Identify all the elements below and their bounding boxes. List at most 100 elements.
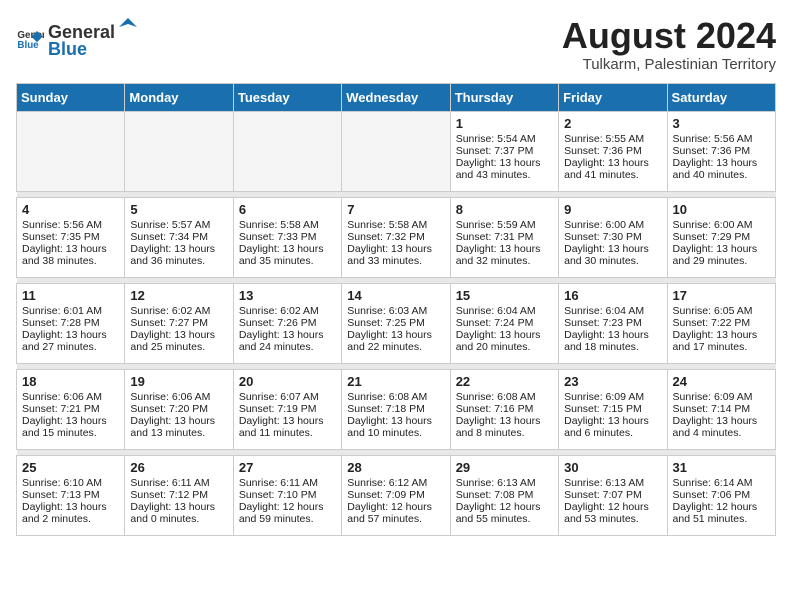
- calendar-day-cell: 20Sunrise: 6:07 AMSunset: 7:19 PMDayligh…: [233, 369, 341, 449]
- location-subtitle: Tulkarm, Palestinian Territory: [562, 56, 776, 73]
- sunrise-text: Sunrise: 6:00 AM: [564, 219, 661, 231]
- sunset-text: Sunset: 7:07 PM: [564, 489, 661, 501]
- sunset-text: Sunset: 7:16 PM: [456, 403, 553, 415]
- calendar-day-cell: 16Sunrise: 6:04 AMSunset: 7:23 PMDayligh…: [559, 283, 667, 363]
- sunset-text: Sunset: 7:14 PM: [673, 403, 770, 415]
- page-header: General Blue General Blue August 2024 Tu…: [16, 16, 776, 73]
- sunrise-text: Sunrise: 6:06 AM: [22, 391, 119, 403]
- calendar-day-cell: 29Sunrise: 6:13 AMSunset: 7:08 PMDayligh…: [450, 455, 558, 535]
- daylight-text: Daylight: 13 hours and 15 minutes.: [22, 415, 119, 439]
- sunrise-text: Sunrise: 5:56 AM: [673, 133, 770, 145]
- day-number: 31: [673, 460, 770, 475]
- daylight-text: Daylight: 13 hours and 27 minutes.: [22, 329, 119, 353]
- sunrise-text: Sunrise: 5:54 AM: [456, 133, 553, 145]
- sunset-text: Sunset: 7:15 PM: [564, 403, 661, 415]
- sunrise-text: Sunrise: 6:02 AM: [239, 305, 336, 317]
- daylight-text: Daylight: 13 hours and 18 minutes.: [564, 329, 661, 353]
- calendar-header-row: Sunday Monday Tuesday Wednesday Thursday…: [17, 83, 776, 111]
- daylight-text: Daylight: 12 hours and 57 minutes.: [347, 501, 444, 525]
- sunset-text: Sunset: 7:18 PM: [347, 403, 444, 415]
- day-number: 15: [456, 288, 553, 303]
- day-number: 2: [564, 116, 661, 131]
- calendar-day-cell: 12Sunrise: 6:02 AMSunset: 7:27 PMDayligh…: [125, 283, 233, 363]
- calendar-day-cell: 28 Sunrise: 6:12 AMSunset: 7:09 PMDayligh…: [342, 455, 450, 535]
- sunset-text: Sunset: 7:26 PM: [239, 317, 336, 329]
- sunrise-text: Sunrise: 6:01 AM: [22, 305, 119, 317]
- calendar-day-cell: 22Sunrise: 6:08 AMSunset: 7:16 PMDayligh…: [450, 369, 558, 449]
- sunrise-text: Sunrise: 6:09 AM: [564, 391, 661, 403]
- day-number: 1: [456, 116, 553, 131]
- day-number: 5: [130, 202, 227, 217]
- daylight-text: Daylight: 12 hours and 53 minutes.: [564, 501, 661, 525]
- day-number: 13: [239, 288, 336, 303]
- day-number: 26: [130, 460, 227, 475]
- calendar-day-cell: [125, 111, 233, 191]
- daylight-text: Daylight: 13 hours and 24 minutes.: [239, 329, 336, 353]
- daylight-text: Daylight: 13 hours and 40 minutes.: [673, 157, 770, 181]
- daylight-text: Daylight: 13 hours and 20 minutes.: [456, 329, 553, 353]
- calendar-day-cell: 18 Sunrise: 6:06 AMSunset: 7:21 PMDayligh…: [17, 369, 125, 449]
- day-number: 10: [673, 202, 770, 217]
- logo: General Blue General Blue: [16, 16, 139, 60]
- calendar-day-cell: 25Sunrise: 6:10 AMSunset: 7:13 PMDayligh…: [17, 455, 125, 535]
- calendar-day-cell: 30Sunrise: 6:13 AMSunset: 7:07 PMDayligh…: [559, 455, 667, 535]
- sunrise-text: Sunrise: 5:57 AM: [130, 219, 227, 231]
- calendar-week-row: 25Sunrise: 6:10 AMSunset: 7:13 PMDayligh…: [17, 455, 776, 535]
- calendar-day-cell: 17Sunrise: 6:05 AMSunset: 7:22 PMDayligh…: [667, 283, 775, 363]
- sunset-text: Sunset: 7:20 PM: [130, 403, 227, 415]
- daylight-text: Daylight: 13 hours and 8 minutes.: [456, 415, 553, 439]
- sunrise-text: Sunrise: 6:02 AM: [130, 305, 227, 317]
- sunset-text: Sunset: 7:19 PM: [239, 403, 336, 415]
- col-friday: Friday: [559, 83, 667, 111]
- sunrise-text: Sunrise: 6:04 AM: [564, 305, 661, 317]
- sunset-text: Sunset: 7:09 PM: [347, 489, 444, 501]
- day-number: 6: [239, 202, 336, 217]
- day-number: 8: [456, 202, 553, 217]
- daylight-text: Daylight: 13 hours and 2 minutes.: [22, 501, 119, 525]
- sunrise-text: Sunrise: 6:07 AM: [239, 391, 336, 403]
- calendar-day-cell: 31Sunrise: 6:14 AMSunset: 7:06 PMDayligh…: [667, 455, 775, 535]
- daylight-text: Daylight: 12 hours and 55 minutes.: [456, 501, 553, 525]
- sunset-text: Sunset: 7:31 PM: [456, 231, 553, 243]
- sunrise-text: Sunrise: 5:59 AM: [456, 219, 553, 231]
- calendar-day-cell: 8Sunrise: 5:59 AMSunset: 7:31 PMDaylight…: [450, 197, 558, 277]
- col-thursday: Thursday: [450, 83, 558, 111]
- sunset-text: Sunset: 7:12 PM: [130, 489, 227, 501]
- daylight-text: Daylight: 13 hours and 0 minutes.: [130, 501, 227, 525]
- col-tuesday: Tuesday: [233, 83, 341, 111]
- sunrise-text: Sunrise: 5:58 AM: [239, 219, 336, 231]
- sunrise-text: Sunrise: 6:04 AM: [456, 305, 553, 317]
- month-year-title: August 2024: [562, 16, 776, 56]
- sunrise-text: Sunrise: 6:12 AM: [347, 477, 444, 489]
- sunrise-text: Sunrise: 6:10 AM: [22, 477, 119, 489]
- sunrise-text: Sunrise: 6:11 AM: [130, 477, 227, 489]
- calendar-day-cell: 10Sunrise: 6:00 AMSunset: 7:29 PMDayligh…: [667, 197, 775, 277]
- sunset-text: Sunset: 7:33 PM: [239, 231, 336, 243]
- title-block: August 2024 Tulkarm, Palestinian Territo…: [562, 16, 776, 73]
- daylight-text: Daylight: 13 hours and 25 minutes.: [130, 329, 227, 353]
- day-number: 27: [239, 460, 336, 475]
- logo-icon: General Blue: [16, 24, 44, 52]
- day-number: 28: [347, 460, 444, 475]
- sunrise-text: Sunrise: 6:11 AM: [239, 477, 336, 489]
- calendar-day-cell: 24Sunrise: 6:09 AMSunset: 7:14 PMDayligh…: [667, 369, 775, 449]
- sunset-text: Sunset: 7:21 PM: [22, 403, 119, 415]
- day-number: 21: [347, 374, 444, 389]
- day-number: 4: [22, 202, 119, 217]
- day-number: 16: [564, 288, 661, 303]
- calendar-day-cell: 4Sunrise: 5:56 AMSunset: 7:35 PMDaylight…: [17, 197, 125, 277]
- sunset-text: Sunset: 7:34 PM: [130, 231, 227, 243]
- sunset-text: Sunset: 7:27 PM: [130, 317, 227, 329]
- sunset-text: Sunset: 7:08 PM: [456, 489, 553, 501]
- day-number: 18: [22, 374, 119, 389]
- calendar-day-cell: 1Sunrise: 5:54 AMSunset: 7:37 PMDaylight…: [450, 111, 558, 191]
- sunset-text: Sunset: 7:25 PM: [347, 317, 444, 329]
- sunset-text: Sunset: 7:28 PM: [22, 317, 119, 329]
- sunrise-text: Sunrise: 5:56 AM: [22, 219, 119, 231]
- daylight-text: Daylight: 12 hours and 51 minutes.: [673, 501, 770, 525]
- daylight-text: Daylight: 13 hours and 11 minutes.: [239, 415, 336, 439]
- day-number: 30: [564, 460, 661, 475]
- calendar-day-cell: 7Sunrise: 5:58 AMSunset: 7:32 PMDaylight…: [342, 197, 450, 277]
- daylight-text: Daylight: 13 hours and 33 minutes.: [347, 243, 444, 267]
- sunset-text: Sunset: 7:06 PM: [673, 489, 770, 501]
